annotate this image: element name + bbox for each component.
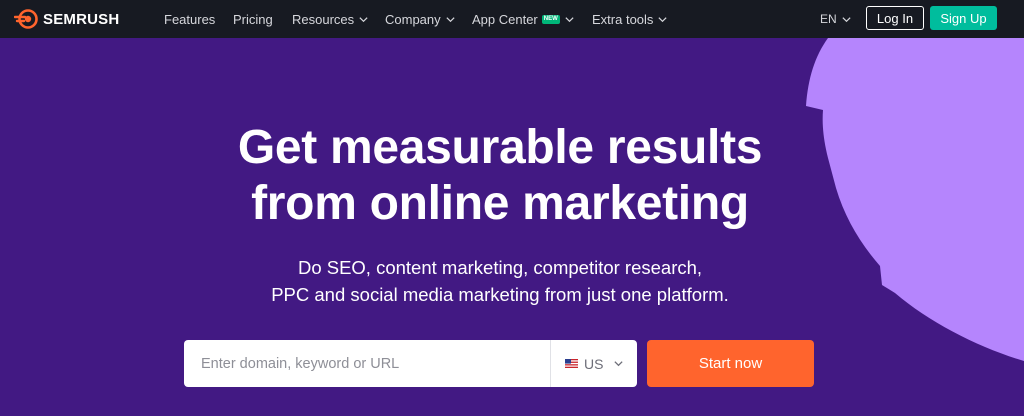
chevron-down-icon	[565, 16, 574, 22]
semrush-flame-icon	[14, 9, 38, 29]
search-input[interactable]	[184, 340, 550, 387]
nav-item-label: Resources	[292, 11, 355, 27]
chevron-down-icon	[359, 16, 368, 22]
hero-headline-line: from online marketing	[251, 177, 749, 230]
nav-item-label: App Center	[472, 11, 538, 27]
nav-item-company[interactable]: Company	[385, 0, 456, 38]
nav-item-label: Extra tools	[592, 11, 654, 27]
language-selector[interactable]: EN	[820, 0, 852, 38]
hero-subheadline-line: Do SEO, content marketing, competitor re…	[297, 257, 703, 278]
chevron-down-icon	[446, 16, 455, 22]
language-label: EN	[820, 12, 837, 26]
semrush-logo[interactable]: SEMRUSH	[14, 9, 119, 29]
top-nav: SEMRUSH Features Pricing Resources Compa…	[0, 0, 1024, 38]
country-label: US	[584, 355, 604, 372]
nav-item-app-center[interactable]: App Center NEW	[472, 0, 575, 38]
login-button[interactable]: Log In	[866, 6, 924, 30]
hero-subheadline: Do SEO, content marketing, competitor re…	[0, 254, 1000, 308]
chevron-down-icon	[842, 16, 851, 22]
hero-subheadline-line: PPC and social media marketing from just…	[271, 284, 729, 305]
country-selector[interactable]: US	[551, 340, 624, 387]
chevron-down-icon	[658, 16, 668, 22]
hero-headline-line: Get measurable results	[237, 121, 763, 174]
nav-item-label: Company	[385, 11, 441, 27]
nav-item-label: Features	[164, 11, 216, 27]
new-badge: NEW	[541, 14, 560, 24]
nav-item-label: Pricing	[233, 11, 273, 27]
nav-item-resources[interactable]: Resources	[292, 0, 369, 38]
start-now-button[interactable]: Start now	[647, 340, 814, 387]
signup-button[interactable]: Sign Up	[930, 6, 997, 30]
hero-headline: Get measurable results from online marke…	[0, 120, 1000, 232]
us-flag-icon	[565, 359, 578, 368]
chevron-down-icon	[614, 361, 624, 367]
brand-name: SEMRUSH	[43, 10, 120, 28]
nav-item-pricing[interactable]: Pricing	[233, 0, 273, 38]
nav-item-features[interactable]: Features	[164, 0, 215, 38]
search-form: US	[184, 340, 637, 387]
nav-item-extra-tools[interactable]: Extra tools	[592, 0, 668, 38]
